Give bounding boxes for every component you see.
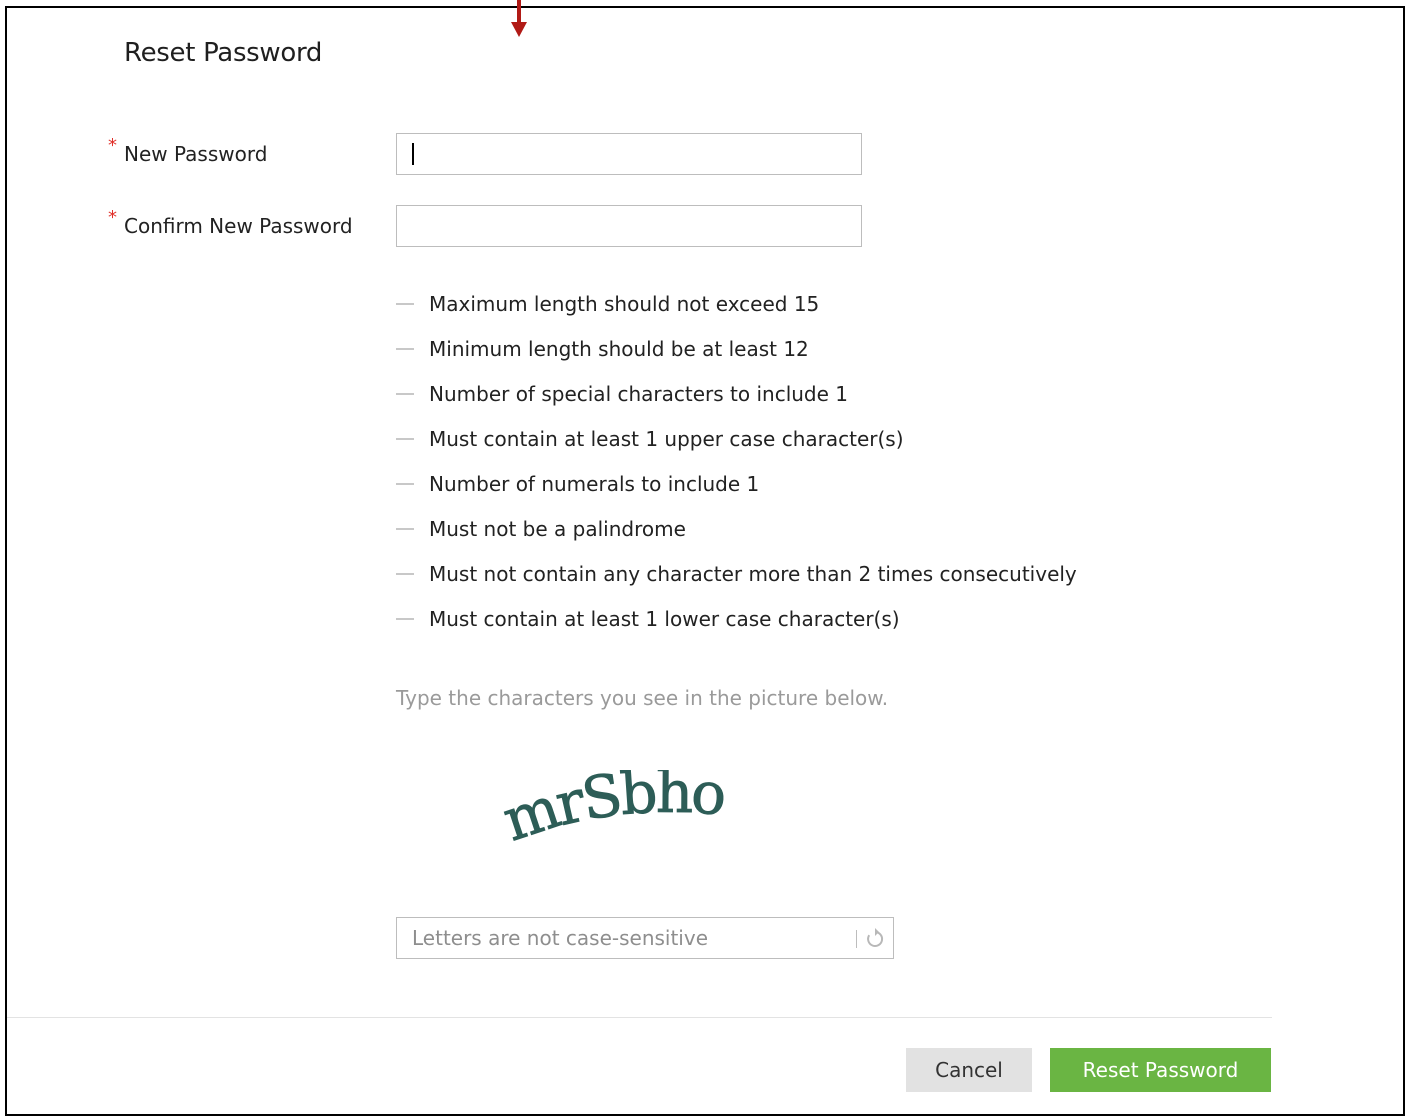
- svg-text:mrSbho: mrSbho: [500, 770, 726, 854]
- captcha-input-placeholder: Letters are not case-sensitive: [412, 926, 709, 950]
- password-rule-text: Must contain at least 1 upper case chara…: [429, 427, 904, 451]
- confirm-password-input[interactable]: [396, 205, 862, 247]
- password-rule: Number of numerals to include 1: [396, 467, 1077, 512]
- reset-password-button[interactable]: Reset Password: [1050, 1048, 1271, 1092]
- dash-icon: [396, 482, 414, 485]
- captcha-input[interactable]: Letters are not case-sensitive: [396, 917, 894, 959]
- password-rule-text: Must contain at least 1 lower case chara…: [429, 607, 900, 631]
- required-marker: *: [108, 207, 117, 228]
- text-caret: [412, 143, 414, 165]
- dash-icon: [396, 617, 414, 620]
- password-rule-text: Must not be a palindrome: [429, 517, 686, 541]
- captcha-text: mrSbho: [500, 770, 729, 855]
- dash-icon: [396, 347, 414, 350]
- captcha-hint: Type the characters you see in the pictu…: [396, 686, 889, 710]
- password-rule-text: Maximum length should not exceed 15: [429, 292, 820, 316]
- captcha-input-separator: [856, 930, 857, 948]
- password-rule-text: Number of numerals to include 1: [429, 472, 760, 496]
- password-rules-list: Maximum length should not exceed 15 Mini…: [396, 287, 1077, 647]
- footer-divider: [7, 1017, 1272, 1018]
- dash-icon: [396, 572, 414, 575]
- password-rule: Number of special characters to include …: [396, 377, 1077, 422]
- password-rule: Minimum length should be at least 12: [396, 332, 1077, 377]
- required-marker: *: [108, 135, 117, 156]
- dash-icon: [396, 527, 414, 530]
- dash-icon: [396, 392, 414, 395]
- captcha-image: mrSbho: [500, 770, 729, 855]
- password-rule: Must contain at least 1 upper case chara…: [396, 422, 1077, 467]
- password-rule: Must not be a palindrome: [396, 512, 1077, 557]
- confirm-password-label: Confirm New Password: [124, 214, 353, 238]
- password-rule-text: Number of special characters to include …: [429, 382, 849, 406]
- password-rule-text: Minimum length should be at least 12: [429, 337, 809, 361]
- password-rule: Must not contain any character more than…: [396, 557, 1077, 602]
- dialog-title: Reset Password: [124, 38, 323, 68]
- password-rule-text: Must not contain any character more than…: [429, 562, 1077, 586]
- annotation-arrow-icon: [511, 0, 527, 37]
- new-password-input[interactable]: [396, 133, 862, 175]
- password-rule: Must contain at least 1 lower case chara…: [396, 602, 1077, 647]
- refresh-icon[interactable]: [865, 928, 885, 950]
- password-rule: Maximum length should not exceed 15: [396, 287, 1077, 332]
- new-password-label: New Password: [124, 142, 268, 166]
- dash-icon: [396, 437, 414, 440]
- dash-icon: [396, 302, 414, 305]
- cancel-button[interactable]: Cancel: [906, 1048, 1032, 1092]
